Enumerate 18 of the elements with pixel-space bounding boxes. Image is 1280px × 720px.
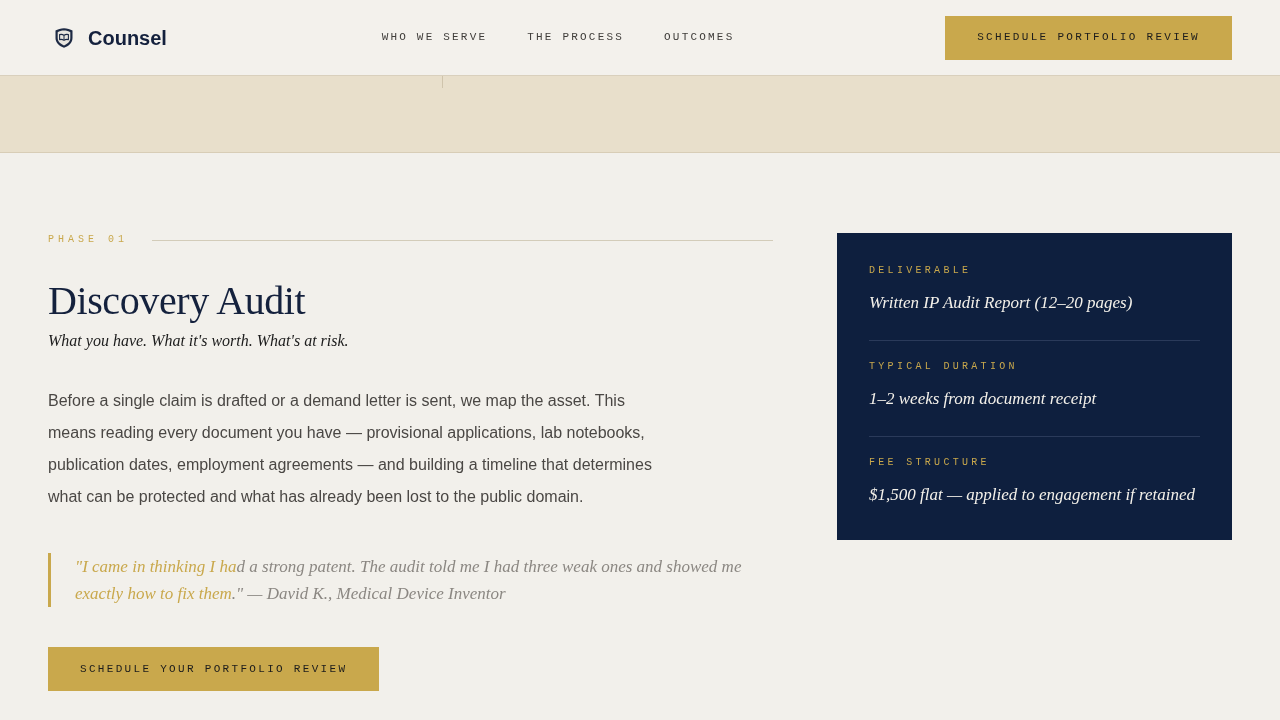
body-paragraph: Before a single claim is drafted or a demand letter is sent, we map the asset. This means reading every document you have — provisional applications, lab notebooks, publication dates, employment agreements — and building a timeline that determines what can be protected and what has already been lost to the public domain. bbox=[48, 391, 653, 507]
phase-label: PHASE 01 bbox=[48, 233, 128, 247]
detail-label: DELIVERABLE bbox=[869, 265, 973, 277]
schedule-review-button[interactable]: SCHEDULE PORTFOLIO REVIEW bbox=[945, 15, 1232, 60]
detail-label: TYPICAL DURATION bbox=[869, 361, 1019, 373]
detail-value: 1–2 weeks from document receipt bbox=[869, 388, 1098, 410]
section-heading: Discovery Audit bbox=[48, 279, 307, 323]
schedule-review-button[interactable]: SCHEDULE YOUR PORTFOLIO REVIEW bbox=[48, 647, 380, 691]
nav-link[interactable]: WHO WE SERVE bbox=[381, 32, 488, 43]
nav-link[interactable]: THE PROCESS bbox=[527, 32, 625, 43]
detail-value: Written IP Audit Report (12–20 pages) bbox=[869, 292, 1134, 314]
nav-link[interactable]: OUTCOMES bbox=[664, 32, 735, 43]
section-subtitle: What you have. What it's worth. What's at risk. bbox=[48, 331, 350, 352]
testimonial-quote: "I came in thinking I had a strong patent. The audit told me I had three weak ones and showed me exactly how to fix them." — David K., Medical Device Inventor bbox=[75, 556, 743, 605]
detail-label: FEE STRUCTURE bbox=[869, 457, 991, 469]
detail-value: $1,500 flat — applied to engagement if retained bbox=[869, 484, 1197, 506]
brand-name[interactable]: Counsel bbox=[88, 27, 167, 48]
shield-book-logo-icon bbox=[54, 26, 74, 49]
